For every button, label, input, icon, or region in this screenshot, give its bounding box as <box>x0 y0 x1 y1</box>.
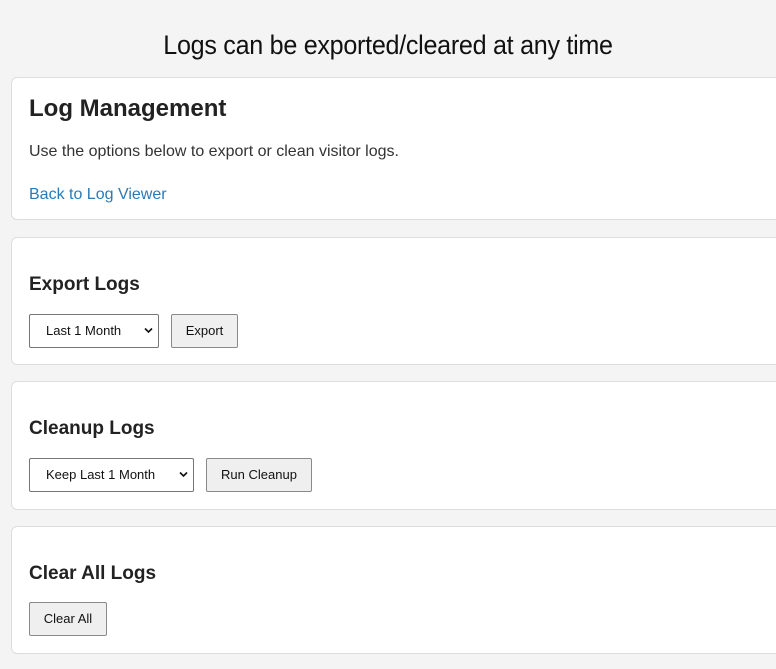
page-caption: Logs can be exported/cleared at any time <box>163 30 613 60</box>
cleanup-logs-card: Cleanup Logs Keep Last 1 Month Run Clean… <box>11 381 776 510</box>
export-logs-heading: Export Logs <box>29 274 140 295</box>
page-title: Log Management <box>29 95 227 122</box>
back-to-log-viewer-link[interactable]: Back to Log Viewer <box>29 185 167 205</box>
chevron-down-icon <box>179 471 188 478</box>
chevron-down-icon <box>144 327 153 334</box>
page-description: Use the options below to export or clean… <box>29 143 399 160</box>
clear-all-logs-card: Clear All Logs Clear All <box>11 526 776 654</box>
log-management-card: Log Management Use the options below to … <box>11 77 776 220</box>
cleanup-logs-heading: Cleanup Logs <box>29 418 155 439</box>
export-range-select[interactable]: Last 1 Month <box>29 314 159 348</box>
export-button[interactable]: Export <box>171 314 238 348</box>
cleanup-range-select[interactable]: Keep Last 1 Month <box>29 458 194 492</box>
export-logs-card: Export Logs Last 1 Month Export <box>11 237 776 365</box>
clear-all-logs-heading: Clear All Logs <box>29 563 157 584</box>
run-cleanup-button[interactable]: Run Cleanup <box>206 458 312 492</box>
export-range-value: Last 1 Month <box>46 323 122 338</box>
clear-all-button[interactable]: Clear All <box>29 602 107 636</box>
cleanup-range-value: Keep Last 1 Month <box>46 467 156 482</box>
